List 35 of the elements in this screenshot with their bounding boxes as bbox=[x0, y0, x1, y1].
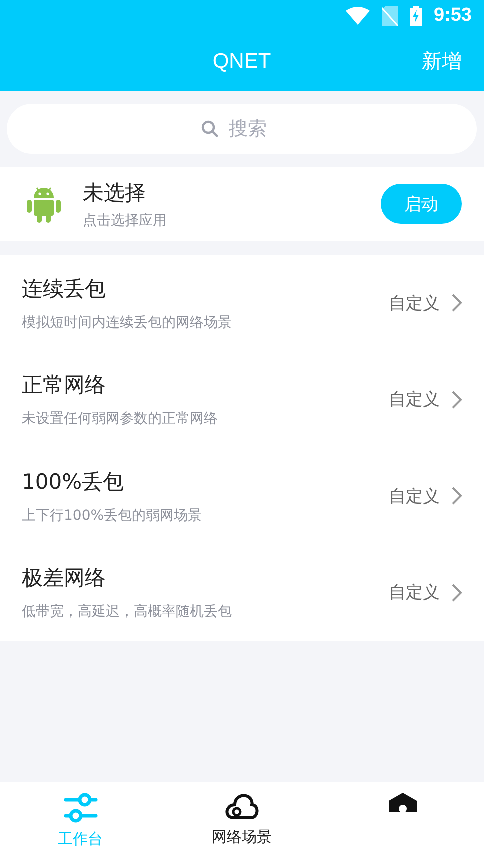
scene-row[interactable]: 100%丢包 上下行100%丢包的弱网场景 自定义 bbox=[0, 448, 484, 544]
scene-name: 连续丢包 bbox=[22, 276, 107, 303]
chevron-icon bbox=[452, 584, 462, 602]
chevron-icon bbox=[452, 294, 462, 312]
search-icon bbox=[201, 120, 219, 138]
status-time: 9:53 bbox=[434, 5, 472, 27]
app-name: 未选择 bbox=[83, 180, 147, 206]
scene-row[interactable]: 正常网络 未设置任何弱网参数的正常网络 自定义 bbox=[0, 352, 484, 448]
cloud-icon bbox=[224, 792, 259, 822]
scene-description: 模拟短时间内连续丢包的网络场景 bbox=[22, 314, 233, 332]
scene-row[interactable]: 连续丢包 模拟短时间内连续丢包的网络场景 自定义 bbox=[0, 255, 484, 352]
no-sim-icon bbox=[382, 6, 398, 26]
nav-tab[interactable]: 网络场景 bbox=[161, 782, 323, 860]
search-field[interactable]: 搜索 bbox=[227, 117, 283, 141]
scene-description: 低带宽，高延迟，高概率随机丢包 bbox=[22, 603, 233, 622]
app-card[interactable]: 未选择 点击选择应用 启动 bbox=[0, 167, 484, 241]
chevron-icon bbox=[452, 390, 462, 409]
scene-name: 100%丢包 bbox=[22, 468, 126, 496]
scene-description: 上下行100%丢包的弱网场景 bbox=[22, 506, 204, 525]
scene-row[interactable]: 极差网络 低带宽，高延迟，高概率随机丢包 自定义 bbox=[0, 544, 484, 641]
app-title: QNET bbox=[212, 50, 272, 74]
customize-link[interactable]: 自定义 bbox=[389, 581, 440, 604]
app-hint: 点击选择应用 bbox=[83, 212, 168, 230]
chevron-icon bbox=[452, 487, 462, 506]
house-icon bbox=[387, 792, 420, 812]
customize-link[interactable]: 自定义 bbox=[389, 292, 440, 315]
customize-link[interactable]: 自定义 bbox=[389, 484, 440, 508]
battery-icon bbox=[410, 6, 422, 26]
wifi-icon bbox=[346, 7, 370, 25]
scene-name: 极差网络 bbox=[22, 565, 107, 592]
scene-description: 未设置任何弱网参数的正常网络 bbox=[22, 410, 219, 428]
sliders-icon bbox=[64, 792, 98, 824]
customize-link[interactable]: 自定义 bbox=[389, 388, 440, 412]
scene-name: 正常网络 bbox=[22, 372, 107, 400]
android-icon bbox=[27, 185, 61, 223]
